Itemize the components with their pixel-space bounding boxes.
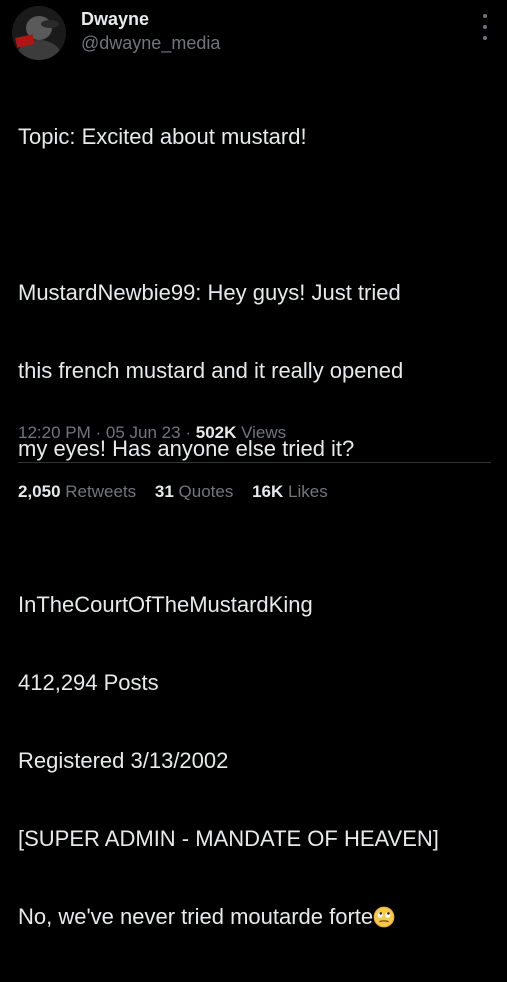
likes-count: 16K — [252, 482, 284, 501]
avatar[interactable] — [12, 6, 66, 60]
tweet-card: Dwayne @dwayne_media Topic: Excited abou… — [0, 0, 507, 929]
more-options-icon[interactable] — [479, 14, 491, 40]
tweet-line: 412,294 Posts — [18, 670, 159, 695]
tweet-line: [SUPER ADMIN - MANDATE OF HEAVEN] — [18, 826, 439, 851]
more-dot — [483, 36, 487, 40]
quotes-stat[interactable]: 31 Quotes — [155, 482, 238, 501]
views-label: Views — [241, 423, 287, 442]
tweet-line-last: No, we've never tried moutarde forte — [18, 904, 498, 930]
tweet-body: Topic: Excited about mustard! MustardNew… — [18, 72, 498, 982]
tweet-line: Registered 3/13/2002 — [18, 748, 229, 773]
display-name[interactable]: Dwayne — [81, 8, 149, 30]
retweets-label: Retweets — [65, 482, 137, 501]
likes-stat[interactable]: 16K Likes — [252, 482, 328, 501]
quotes-count: 31 — [154, 482, 174, 501]
tweet-line: Topic: Excited about mustard! — [18, 124, 307, 149]
user-handle[interactable]: @dwayne_media — [81, 32, 220, 54]
divider — [18, 462, 491, 463]
meta-separator: · — [185, 423, 191, 442]
avatar-image — [12, 6, 66, 60]
tweet-meta: 12:20 PM · 05 Jun 23 · 502K Views — [18, 422, 286, 444]
views-count: 502K — [195, 423, 237, 442]
more-dot — [483, 25, 487, 29]
tweet-line: InTheCourtOfTheMustardKing — [18, 592, 313, 617]
tweet-date[interactable]: 05 Jun 23 — [106, 423, 181, 442]
likes-label: Likes — [288, 482, 328, 501]
engagement-stats: 2,050 Retweets 31 Quotes 16K Likes — [18, 481, 342, 503]
retweets-stat[interactable]: 2,050 Retweets — [18, 482, 141, 501]
tweet-time[interactable]: 12:20 PM — [18, 423, 91, 442]
meta-separator: · — [95, 423, 102, 442]
tweet-line: this french mustard and it really opened — [18, 358, 404, 383]
tweet-line: No, we've never tried moutarde forte — [18, 904, 374, 929]
tweet-line: MustardNewbie99: Hey guys! Just tried — [18, 280, 401, 305]
retweets-count: 2,050 — [18, 482, 61, 501]
rolling-eyes-emoji-icon — [373, 906, 395, 928]
more-dot — [483, 14, 487, 18]
quotes-label: Quotes — [178, 482, 234, 501]
